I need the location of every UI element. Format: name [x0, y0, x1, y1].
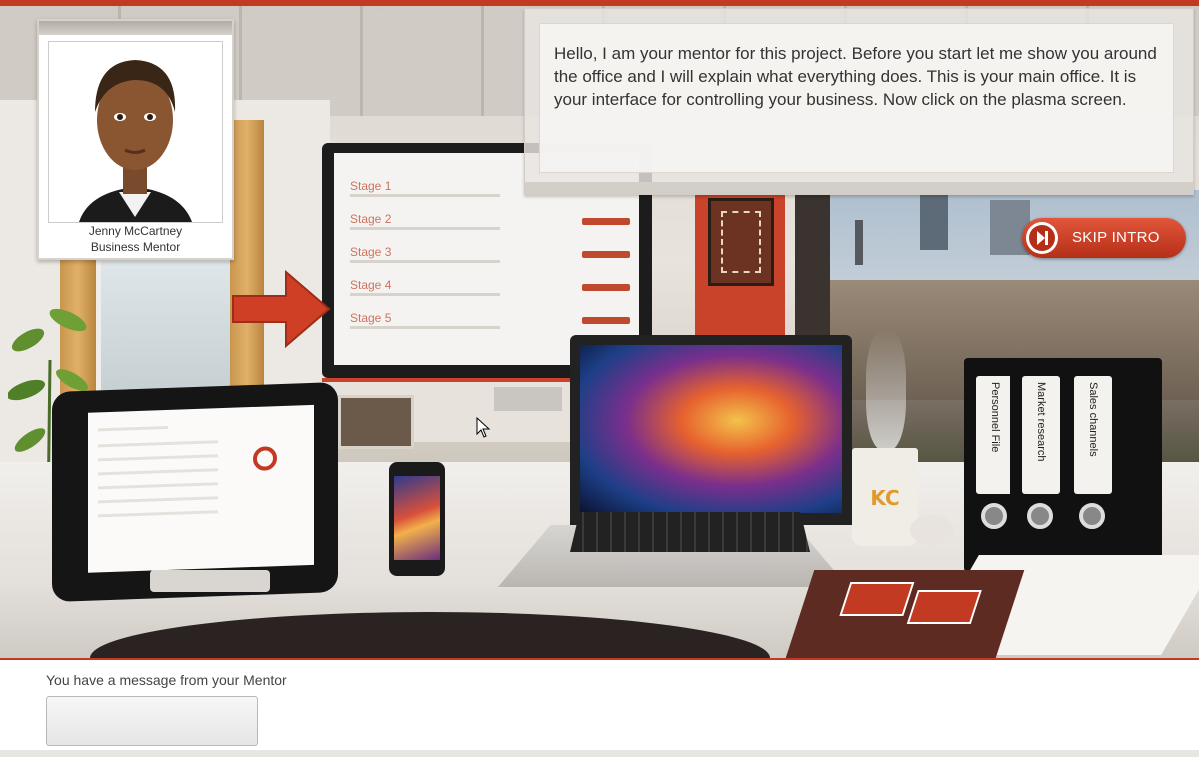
stage-button[interactable] — [582, 218, 630, 225]
stage-button[interactable] — [582, 251, 630, 258]
binder-ring — [1027, 503, 1053, 529]
avatar-portrait-icon — [49, 42, 222, 222]
dialog-footer — [525, 182, 1193, 194]
tape-dispenser — [910, 515, 954, 545]
mentor-name: Jenny McCartney — [88, 224, 183, 238]
bottom-edge — [0, 750, 1199, 757]
shelf-object — [494, 387, 562, 411]
binder-sales-channels[interactable]: Sales channels — [1062, 358, 1162, 572]
tablet-stand — [150, 570, 270, 592]
mentor-avatar — [48, 41, 223, 223]
tablet-screen[interactable] — [88, 404, 314, 573]
skip-intro-label: SKIP INTRO — [1072, 229, 1160, 246]
tablet-device[interactable] — [52, 382, 338, 602]
message-open-button[interactable] — [46, 696, 258, 746]
stage-title: Stage 1 — [350, 179, 392, 193]
stage-title: Stage 2 — [350, 212, 392, 226]
mentor-card-header — [39, 21, 232, 35]
cup-logo: KC — [870, 486, 900, 510]
laptop-device[interactable] — [570, 335, 852, 525]
pointer-arrow-icon — [232, 269, 331, 349]
stage-row: Stage 2 — [350, 210, 630, 240]
laptop-screen[interactable] — [580, 345, 842, 513]
binder-ring — [1079, 503, 1105, 529]
phone-screen[interactable] — [394, 476, 440, 560]
mouse-cursor-icon — [476, 417, 491, 438]
mail-envelope[interactable] — [785, 570, 1025, 658]
skip-forward-icon — [1026, 222, 1058, 254]
stage-title: Stage 4 — [350, 278, 392, 292]
laptop-keyboard — [570, 512, 810, 552]
binder-ring — [981, 503, 1007, 529]
message-label: You have a message from your Mentor — [46, 672, 287, 688]
stage-button[interactable] — [582, 284, 630, 291]
photo-frame — [338, 395, 414, 449]
stage-row: Stage 4 — [350, 276, 630, 306]
film-reel-icon[interactable] — [253, 446, 277, 471]
smartphone-device[interactable] — [389, 462, 445, 576]
mail-card — [839, 582, 915, 616]
stage-row: Stage 3 — [350, 243, 630, 273]
mail-card — [906, 590, 982, 624]
steam — [866, 330, 906, 450]
mentor-dialog: Hello, I am your mentor for this project… — [524, 8, 1194, 195]
stage-button[interactable] — [582, 317, 630, 324]
mentor-role: Business Mentor — [90, 240, 181, 254]
coffee-cup[interactable]: KC — [852, 448, 918, 546]
dialog-message: Hello, I am your mentor for this project… — [539, 23, 1174, 173]
binder-label: Personnel File — [976, 376, 1014, 494]
mentor-card: Jenny McCartney Business Mentor — [37, 19, 234, 260]
skip-intro-button[interactable]: SKIP INTRO — [1022, 218, 1186, 258]
binder-label: Market research — [1022, 376, 1060, 494]
binder-label: Sales channels — [1074, 376, 1112, 494]
wall-art — [708, 198, 774, 286]
message-panel: You have a message from your Mentor — [0, 658, 1199, 759]
top-border — [0, 0, 1199, 6]
stage-title: Stage 3 — [350, 245, 392, 259]
stage-title: Stage 5 — [350, 311, 392, 325]
